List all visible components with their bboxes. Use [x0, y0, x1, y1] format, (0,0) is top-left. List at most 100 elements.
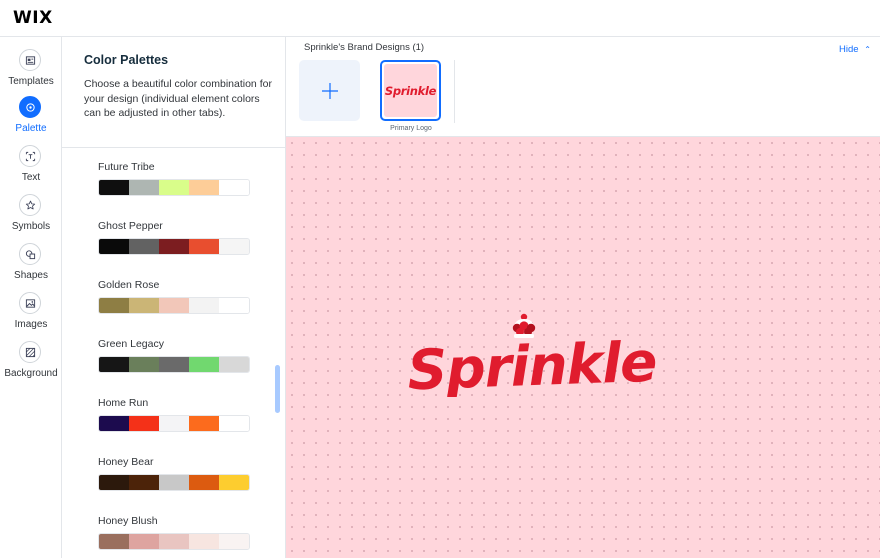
- color-swatch: [189, 298, 219, 313]
- color-swatch: [99, 298, 129, 313]
- templates-icon: [19, 49, 41, 71]
- color-swatch: [219, 475, 249, 490]
- palette-scrollbar[interactable]: [275, 365, 280, 413]
- color-swatch: [189, 239, 219, 254]
- chevron-up-icon: ⌃: [864, 45, 871, 54]
- color-palettes-panel: Color Palettes Choose a beautiful color …: [62, 37, 286, 558]
- color-swatch: [129, 357, 159, 372]
- add-design-button[interactable]: [299, 60, 360, 121]
- color-swatch: [99, 534, 129, 549]
- color-swatch: [189, 475, 219, 490]
- star-icon: [19, 194, 41, 216]
- palette-name: Green Legacy: [98, 338, 164, 350]
- color-swatch: [99, 239, 129, 254]
- sprinkle-logo[interactable]: Sprinkle: [398, 307, 668, 397]
- plus-icon: [321, 82, 338, 99]
- color-swatch: [129, 416, 159, 431]
- color-swatch: [159, 416, 189, 431]
- rail-label-shapes: Shapes: [14, 270, 48, 281]
- palette-name: Honey Bear: [98, 456, 154, 468]
- palette-home-run[interactable]: Home Run: [98, 397, 250, 432]
- color-swatch: [99, 475, 129, 490]
- color-swatch: [219, 239, 249, 254]
- palette-swatches: [98, 415, 250, 432]
- color-swatch: [219, 298, 249, 313]
- logo-wordmark: Sprinkle: [406, 330, 657, 397]
- rail-item-templates[interactable]: Templates: [0, 49, 62, 95]
- top-bar: WIX: [0, 0, 880, 37]
- brand-designs-bar: Sprinkle's Brand Designs (1) Hide ⌃ Spri…: [286, 37, 880, 137]
- rail-label-background: Background: [4, 368, 58, 379]
- color-swatch: [99, 180, 129, 195]
- palette-honey-bear[interactable]: Honey Bear: [98, 456, 250, 491]
- color-swatch: [159, 475, 189, 490]
- rail-label-images: Images: [14, 319, 48, 330]
- color-swatch: [189, 416, 219, 431]
- rail-label-text: Text: [21, 172, 41, 183]
- palette-name: Honey Blush: [98, 515, 158, 527]
- color-swatch: [129, 475, 159, 490]
- color-swatch: [129, 180, 159, 195]
- rail-label-symbols: Symbols: [11, 221, 51, 232]
- hide-label: Hide: [839, 44, 859, 55]
- left-rail: Templates Palette Text Symbols Shapes Im…: [0, 37, 62, 558]
- palette-swatches: [98, 474, 250, 491]
- image-icon: [19, 292, 41, 314]
- shapes-icon: [19, 243, 41, 265]
- color-swatch: [159, 534, 189, 549]
- color-swatch: [99, 357, 129, 372]
- palette-golden-rose[interactable]: Golden Rose: [98, 279, 250, 314]
- hide-button[interactable]: Hide ⌃: [839, 44, 871, 55]
- palette-future-tribe[interactable]: Future Tribe: [98, 161, 250, 196]
- palette-swatches: [98, 179, 250, 196]
- color-swatch: [189, 534, 219, 549]
- palette-honey-blush[interactable]: Honey Blush: [98, 515, 250, 550]
- palette-name: Future Tribe: [98, 161, 155, 173]
- color-swatch: [99, 416, 129, 431]
- palette-swatches: [98, 297, 250, 314]
- rail-item-shapes[interactable]: Shapes: [0, 243, 62, 289]
- panel-title: Color Palettes: [84, 53, 169, 67]
- palette-icon: [19, 96, 41, 118]
- color-swatch: [159, 239, 189, 254]
- rail-item-text[interactable]: Text: [0, 145, 62, 191]
- palette-list: Future Tribe Ghost Pepper Golden Rose Gr…: [62, 148, 285, 558]
- color-swatch: [159, 298, 189, 313]
- color-swatch: [129, 534, 159, 549]
- rail-item-palette[interactable]: Palette: [0, 96, 62, 142]
- palette-name: Home Run: [98, 397, 149, 409]
- palette-swatches: [98, 238, 250, 255]
- color-swatch: [129, 298, 159, 313]
- rail-item-images[interactable]: Images: [0, 292, 62, 338]
- wix-logo[interactable]: WIX: [13, 8, 53, 28]
- primary-logo-tile[interactable]: Sprinkle: [380, 60, 441, 121]
- rail-item-symbols[interactable]: Symbols: [0, 194, 62, 240]
- color-swatch: [189, 357, 219, 372]
- palette-swatches: [98, 356, 250, 373]
- palette-green-legacy[interactable]: Green Legacy: [98, 338, 250, 373]
- palette-ghost-pepper[interactable]: Ghost Pepper: [98, 220, 250, 255]
- rail-item-background[interactable]: Background: [0, 341, 62, 387]
- palette-swatches: [98, 533, 250, 550]
- logo-thumbnail: Sprinkle: [384, 64, 437, 117]
- rail-label-palette: Palette: [15, 123, 47, 134]
- color-swatch: [129, 239, 159, 254]
- panel-description: Choose a beautiful color combination for…: [84, 78, 272, 119]
- color-swatch: [219, 416, 249, 431]
- color-swatch: [189, 180, 219, 195]
- divider: [454, 60, 455, 123]
- panel-header: Color Palettes Choose a beautiful color …: [62, 37, 285, 148]
- color-swatch: [219, 534, 249, 549]
- color-swatch: [159, 357, 189, 372]
- rail-label-templates: Templates: [8, 76, 54, 87]
- brand-designs-title: Sprinkle's Brand Designs (1): [304, 42, 425, 53]
- color-swatch: [219, 180, 249, 195]
- color-swatch: [159, 180, 189, 195]
- logo-thumbnail-text: Sprinkle: [384, 83, 437, 98]
- primary-logo-caption: Primary Logo: [390, 125, 432, 132]
- palette-name: Ghost Pepper: [98, 220, 163, 232]
- background-icon: [19, 341, 41, 363]
- text-icon: [19, 145, 41, 167]
- design-canvas[interactable]: Sprinkle: [286, 137, 880, 558]
- palette-name: Golden Rose: [98, 279, 160, 291]
